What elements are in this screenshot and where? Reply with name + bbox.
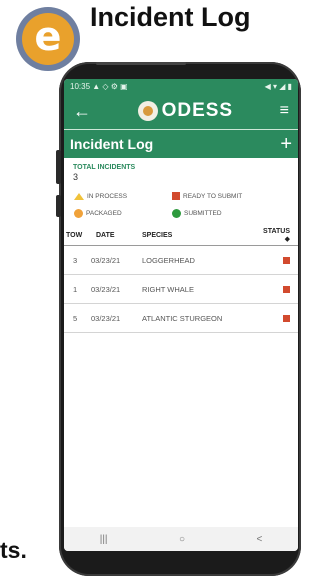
ready-to-submit-status-icon bbox=[283, 256, 290, 264]
section-bar: Incident Log + bbox=[64, 129, 298, 158]
back-arrow-icon[interactable]: ← bbox=[73, 102, 91, 120]
badge-letter: e bbox=[22, 13, 74, 65]
table-row[interactable]: 3 03/23/21 LOGGERHEAD bbox=[64, 246, 298, 275]
cell-tow: 3 bbox=[73, 255, 78, 265]
column-header-tow[interactable]: TOW bbox=[64, 232, 91, 239]
app-bar: ← ODESS ≡ bbox=[64, 93, 298, 129]
cell-species: RIGHT WHALE bbox=[142, 284, 194, 294]
cell-tow: 5 bbox=[73, 313, 78, 323]
column-header-species[interactable]: SPECIES bbox=[139, 232, 264, 239]
column-header-date[interactable]: DATE bbox=[91, 232, 139, 239]
legend-label: IN PROCESS bbox=[87, 192, 128, 200]
cell-species: LOGGERHEAD bbox=[142, 255, 195, 265]
recents-icon[interactable]: ||| bbox=[100, 534, 108, 545]
legend-item-in-process: IN PROCESS bbox=[74, 192, 172, 200]
ready-to-submit-status-icon bbox=[283, 285, 290, 293]
total-incidents-value: 3 bbox=[73, 172, 79, 182]
circle-icon bbox=[74, 209, 83, 218]
back-icon[interactable]: < bbox=[256, 534, 262, 545]
legend-label: PACKAGED bbox=[86, 210, 122, 217]
phone-screen: 10:35 ▲ ◇ ⚙ ▣ ◀ ▾ ◢ ▮ ← ODESS ≡ Incident… bbox=[64, 79, 298, 551]
cell-species: ATLANTIC STURGEON bbox=[142, 313, 223, 323]
ready-to-submit-status-icon bbox=[283, 314, 290, 322]
speaker-grille bbox=[96, 62, 186, 65]
cell-date: 03/23/21 bbox=[91, 255, 121, 265]
table-row[interactable]: 1 03/23/21 RIGHT WHALE bbox=[64, 275, 298, 304]
incident-table: TOW DATE SPECIES STATUS ◆ 3 03/23/21 LOG… bbox=[64, 226, 298, 333]
logo-badge: e bbox=[16, 7, 80, 71]
circle-icon bbox=[172, 209, 181, 218]
legend-label: SUBMITTED bbox=[184, 210, 222, 217]
table-row[interactable]: 5 03/23/21 ATLANTIC STURGEON bbox=[64, 304, 298, 333]
cell-date: 03/23/21 bbox=[91, 313, 121, 323]
legend-item-submitted: SUBMITTED bbox=[172, 209, 282, 218]
status-right-icons: ◀ ▾ ◢ ▮ bbox=[264, 81, 292, 91]
app-logo-text: ODESS bbox=[161, 100, 234, 121]
square-icon bbox=[172, 192, 180, 200]
total-incidents-label: TOTAL INCIDENTS bbox=[73, 164, 136, 171]
app-logo: ODESS bbox=[137, 100, 234, 122]
cell-tow: 1 bbox=[73, 284, 78, 294]
legend-item-packaged: PACKAGED bbox=[74, 209, 172, 218]
table-header: TOW DATE SPECIES STATUS ◆ bbox=[64, 226, 298, 246]
page-title: Incident Log bbox=[90, 2, 251, 32]
cell-date: 03/23/21 bbox=[91, 284, 121, 294]
android-nav-bar: ||| ○ < bbox=[64, 527, 298, 551]
legend-item-ready-to-submit: READY TO SUBMIT bbox=[172, 192, 282, 200]
totals-block: TOTAL INCIDENTS 3 bbox=[64, 158, 298, 182]
legend-label: READY TO SUBMIT bbox=[183, 192, 243, 200]
triangle-icon bbox=[74, 192, 84, 200]
volume-button bbox=[56, 150, 61, 184]
section-title: Incident Log bbox=[70, 136, 154, 152]
status-legend: IN PROCESS READY TO SUBMIT PACKAGED SUBM… bbox=[64, 182, 298, 218]
status-bar: 10:35 ▲ ◇ ⚙ ▣ ◀ ▾ ◢ ▮ bbox=[64, 79, 298, 93]
page-fragment-text: ts. bbox=[0, 537, 27, 563]
add-incident-button[interactable]: + bbox=[280, 134, 292, 154]
hamburger-menu-icon[interactable]: ≡ bbox=[280, 103, 289, 119]
status-time: 10:35 bbox=[70, 81, 91, 91]
odess-logo-icon bbox=[137, 101, 158, 121]
column-header-status[interactable]: STATUS ◆ bbox=[263, 228, 298, 243]
power-button bbox=[56, 195, 61, 217]
home-icon[interactable]: ○ bbox=[179, 534, 185, 545]
status-left-icons: ▲ ◇ ⚙ ▣ bbox=[92, 81, 128, 91]
